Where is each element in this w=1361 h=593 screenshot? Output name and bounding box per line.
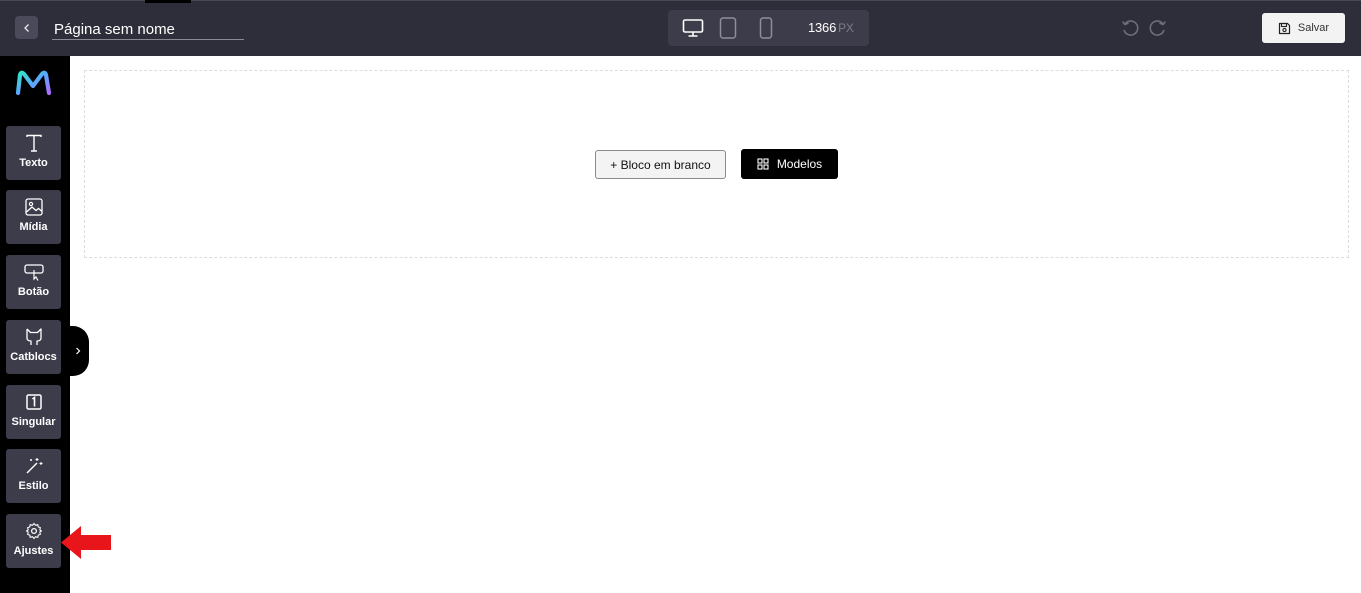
- tool-singular[interactable]: Singular: [6, 385, 61, 439]
- tool-estilo[interactable]: Estilo: [6, 449, 61, 503]
- magic-wand-icon: [26, 458, 42, 474]
- tool-label: Texto: [19, 157, 48, 169]
- cat-icon: [25, 328, 42, 345]
- undo-icon: [1121, 20, 1139, 36]
- chevron-right-icon: [75, 347, 80, 355]
- tool-texto[interactable]: Texto: [6, 126, 61, 180]
- chevron-left-icon: [23, 23, 29, 32]
- image-icon: [24, 198, 43, 216]
- tool-midia[interactable]: Mídia: [6, 190, 61, 244]
- tool-label: Mídia: [19, 221, 48, 233]
- save-button-label: Salvar: [1297, 22, 1330, 34]
- add-blank-block-button[interactable]: + Bloco em branco: [595, 150, 726, 179]
- device-switcher: 1366 PX: [668, 10, 869, 46]
- tool-label: Ajustes: [13, 545, 54, 557]
- undo-button[interactable]: [1119, 17, 1141, 39]
- page-name-input[interactable]: [52, 19, 244, 40]
- mobile-icon: [759, 17, 773, 39]
- one-box-icon: [25, 394, 42, 410]
- redo-button[interactable]: [1147, 17, 1169, 39]
- app-logo: [15, 70, 52, 96]
- tablet-icon: [719, 17, 737, 39]
- tool-ajustes[interactable]: Ajustes: [6, 514, 61, 568]
- sidebar-expand-tab[interactable]: [66, 326, 89, 376]
- mobile-view-button[interactable]: [756, 16, 776, 40]
- save-button[interactable]: Salvar: [1262, 13, 1345, 43]
- viewport-width-readout: 1366 PX: [808, 20, 854, 35]
- tool-catblocs[interactable]: Catblocs: [6, 320, 61, 374]
- left-sidebar: Texto Mídia Botão Catblocs Singular Esti…: [0, 56, 70, 593]
- text-icon: [25, 134, 42, 152]
- gear-icon: [25, 522, 42, 540]
- viewport-width-unit: PX: [838, 21, 854, 35]
- grid-icon: [757, 158, 769, 170]
- tool-label: Botão: [17, 286, 50, 298]
- button-cursor-icon: [23, 264, 44, 281]
- redo-icon: [1149, 20, 1167, 36]
- tool-botao[interactable]: Botão: [6, 255, 61, 309]
- tool-label: Catblocs: [10, 351, 57, 363]
- tool-label: Singular: [11, 416, 56, 428]
- models-button-label: Modelos: [776, 157, 823, 171]
- desktop-view-button[interactable]: [681, 16, 705, 40]
- desktop-icon: [682, 19, 704, 37]
- viewport-width-value: 1366: [808, 20, 837, 35]
- models-button[interactable]: Modelos: [741, 149, 838, 179]
- top-bar: 1366PX Salvar: [0, 0, 1361, 56]
- floppy-disk-icon: [1278, 22, 1291, 34]
- annotation-arrow-icon: [61, 526, 111, 559]
- tablet-view-button[interactable]: [717, 16, 739, 40]
- top-notch: [145, 0, 191, 3]
- back-button[interactable]: [15, 16, 38, 39]
- tool-label: Estilo: [18, 480, 49, 492]
